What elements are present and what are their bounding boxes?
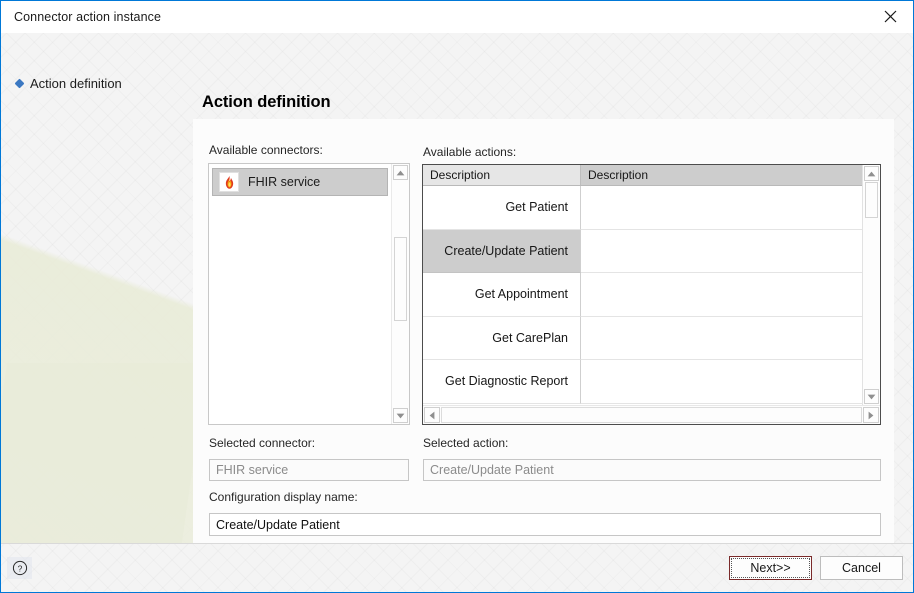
close-icon [884,10,896,23]
scroll-left-button[interactable] [424,407,440,423]
selected-action-label: Selected action: [423,436,509,450]
triangle-down-icon [396,413,405,418]
triangle-right-icon [868,411,874,419]
selected-connector-input[interactable]: FHIR service [209,459,409,481]
configuration-display-name-input[interactable]: Create/Update Patient [209,513,881,536]
selected-action-input[interactable]: Create/Update Patient [423,459,881,481]
scrollbar-thumb[interactable] [865,182,878,218]
column-header-description-2[interactable]: Description [581,165,862,185]
cell-description: Get Diagnostic Report [423,360,581,404]
diamond-bullet-icon [14,78,25,88]
sidebar-item-label: Action definition [30,75,122,91]
table-row[interactable]: Get CarePlan [423,316,862,360]
table-row[interactable]: Get Patient [423,186,862,230]
cancel-button[interactable]: Cancel [820,556,903,580]
next-button[interactable]: Next>> [729,556,812,580]
cell-detail [581,316,862,360]
help-circle-icon: ? [12,560,27,576]
grid-body: Get Patient Create/Update Patient Get Ap… [423,186,862,405]
wizard-step-nav: Action definition [1,33,193,543]
dialog-footer: ? Next>> Cancel [1,543,913,592]
list-item-label: FHIR service [248,175,321,189]
triangle-down-icon [867,394,876,399]
available-actions-label: Available actions: [423,145,517,159]
available-connectors-listbox[interactable]: FHIR service [208,163,410,425]
window-title: Connector action instance [14,10,162,24]
table-row[interactable]: Create/Update Patient [423,229,862,273]
scrollbar-track[interactable] [441,407,862,423]
cell-description: Create/Update Patient [423,229,581,273]
configuration-display-name-label: Configuration display name: [209,490,358,504]
connectors-vertical-scrollbar[interactable] [391,164,409,424]
scrollbar-track[interactable] [392,181,409,407]
triangle-up-icon [396,170,405,175]
page-title: Action definition [202,93,331,111]
scrollbar-track[interactable] [863,182,880,388]
cell-detail [581,229,862,273]
list-item[interactable]: FHIR service [212,168,388,196]
table-row[interactable]: Get Diagnostic Report [423,360,862,404]
table-row[interactable]: Get Appointment [423,273,862,317]
grid-header-row: Description Description [423,165,862,186]
column-header-description-1[interactable]: Description [423,165,581,185]
cell-description: Get Appointment [423,273,581,317]
cell-detail [581,273,862,317]
dialog-body: Action definition Action definition Avai… [1,33,913,543]
dialog-window: Connector action instance Action definit… [0,0,914,593]
scrollbar-thumb[interactable] [394,237,407,321]
scroll-right-button[interactable] [863,407,879,423]
help-button[interactable]: ? [7,557,32,579]
scroll-down-button[interactable] [864,389,879,404]
available-actions-grid[interactable]: Description Description Get Patient Crea… [422,164,881,425]
grid-main: Description Description Get Patient Crea… [423,165,880,405]
sidebar-item-action-definition[interactable]: Action definition [1,73,193,93]
cell-description: Get Patient [423,186,581,230]
available-connectors-label: Available connectors: [209,143,323,157]
cell-detail [581,360,862,404]
selected-connector-label: Selected connector: [209,436,316,450]
title-bar: Connector action instance [1,1,913,33]
actions-vertical-scrollbar[interactable] [862,165,880,405]
triangle-left-icon [429,411,435,419]
close-button[interactable] [867,1,913,32]
scroll-down-button[interactable] [393,408,408,423]
scroll-up-button[interactable] [393,165,408,180]
grid-columns: Description Description Get Patient Crea… [423,165,862,405]
cell-detail [581,186,862,230]
cell-description: Get CarePlan [423,316,581,360]
connectors-list: FHIR service [209,164,391,424]
svg-text:?: ? [17,563,22,573]
scroll-up-button[interactable] [864,166,879,181]
triangle-up-icon [867,171,876,176]
flame-icon [219,172,239,192]
actions-horizontal-scrollbar[interactable] [423,405,880,424]
